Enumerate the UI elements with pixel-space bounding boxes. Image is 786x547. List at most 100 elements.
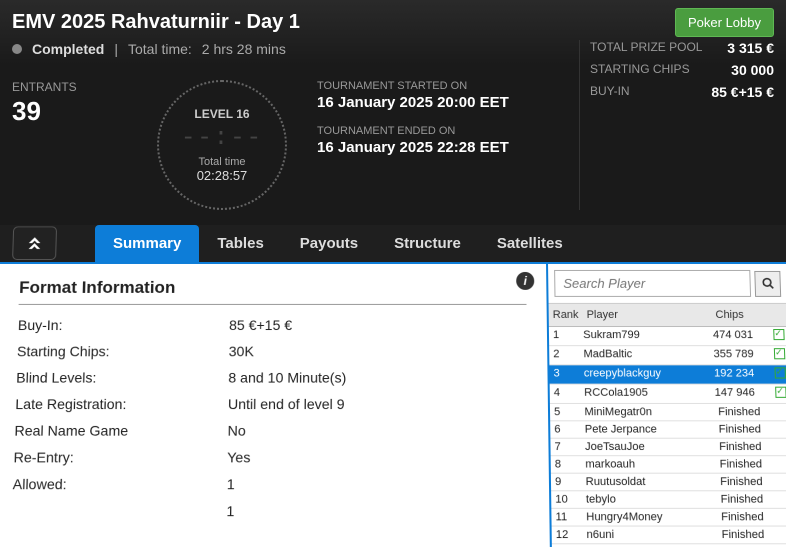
format-row: Late Registration:Until end of level 9 xyxy=(15,396,528,412)
player-check xyxy=(775,421,786,437)
player-check xyxy=(775,404,786,420)
tab-summary[interactable]: Summary xyxy=(95,225,199,262)
player-name: n6uni xyxy=(582,527,718,544)
total-time-clock-value: 02:28:57 xyxy=(197,168,248,183)
player-name: RCCola1905 xyxy=(580,385,711,403)
total-time-label: Total time: xyxy=(128,41,192,57)
check-icon xyxy=(774,367,785,378)
starting-chips-value: 30 000 xyxy=(731,62,774,78)
player-row[interactable]: 12n6uniFinished xyxy=(552,527,786,545)
tab-structure[interactable]: Structure xyxy=(376,225,479,262)
player-name: JoeTsauJoe xyxy=(581,439,715,455)
end-value: 16 January 2025 22:28 EET xyxy=(317,139,579,156)
total-time-value: 2 hrs 28 mins xyxy=(202,41,286,57)
player-row[interactable]: 11Hungry4MoneyFinished xyxy=(551,509,786,527)
player-name: Pete Jerpance xyxy=(581,421,715,437)
prize-pool-label: TOTAL PRIZE POOL xyxy=(590,40,702,56)
player-check xyxy=(776,456,786,472)
start-label: TOURNAMENT STARTED ON xyxy=(317,80,579,92)
player-rank: 1 xyxy=(549,327,579,345)
player-rank: 8 xyxy=(551,456,582,472)
player-chips: Finished xyxy=(716,491,778,508)
starting-chips-label: STARTING CHIPS xyxy=(590,62,690,78)
status-dot-icon xyxy=(12,44,22,54)
format-label: Starting Chips: xyxy=(17,343,229,359)
player-rank: 5 xyxy=(550,404,581,420)
player-check xyxy=(778,491,786,508)
search-input[interactable] xyxy=(554,270,751,297)
player-row[interactable]: 8markoauhFinished xyxy=(551,456,786,474)
player-row[interactable]: 10tebyloFinished xyxy=(551,491,786,509)
player-chips: 147 946 xyxy=(710,385,771,403)
check-icon xyxy=(774,348,785,359)
search-button[interactable] xyxy=(754,270,781,296)
tournament-title: EMV 2025 Rahvaturniir - Day 1 xyxy=(12,11,300,34)
format-row: Buy-In:85 €+15 € xyxy=(18,317,527,333)
expand-button[interactable] xyxy=(12,226,57,260)
player-chips: 474 031 xyxy=(709,327,770,345)
prize-pool-value: 3 315 € xyxy=(727,40,774,56)
format-row: Starting Chips:30K xyxy=(17,343,527,359)
player-chips: 192 234 xyxy=(710,365,771,383)
player-check xyxy=(770,346,786,364)
tab-satellites[interactable]: Satellites xyxy=(479,225,581,262)
player-chips: Finished xyxy=(717,527,779,544)
player-row[interactable]: 5MiniMegatr0nFinished xyxy=(550,404,786,421)
col-player[interactable]: Player xyxy=(582,307,711,323)
player-check xyxy=(778,509,786,526)
player-rank: 10 xyxy=(551,491,582,508)
total-time-divider: | xyxy=(114,41,118,57)
format-value: Until end of level 9 xyxy=(228,396,345,412)
format-title: Format Information xyxy=(19,278,527,305)
col-rank[interactable]: Rank xyxy=(549,307,583,323)
player-row[interactable]: 1Sukram799474 031 xyxy=(549,327,786,346)
player-chips: Finished xyxy=(715,439,776,455)
format-row: Re-Entry:Yes xyxy=(13,449,528,465)
format-label: Re-Entry: xyxy=(13,449,227,465)
player-name: MiniMegatr0n xyxy=(580,404,714,420)
player-rank: 11 xyxy=(551,509,582,526)
player-check xyxy=(777,474,786,491)
format-label xyxy=(12,503,227,520)
clock-digits: --:-- xyxy=(181,125,263,152)
player-name: Sukram799 xyxy=(579,327,709,345)
player-row[interactable]: 6Pete JerpanceFinished xyxy=(550,421,786,438)
status-text: Completed xyxy=(32,41,104,57)
player-check xyxy=(769,327,786,345)
total-time-clock-label: Total time xyxy=(198,156,245,168)
start-value: 16 January 2025 20:00 EET xyxy=(317,94,579,111)
player-rank: 6 xyxy=(550,421,581,437)
format-value: 1 xyxy=(227,476,235,493)
format-value: 85 €+15 € xyxy=(229,317,292,333)
col-chips[interactable]: Chips xyxy=(711,307,772,323)
player-row[interactable]: 3creepyblackguy192 234 xyxy=(549,365,786,384)
tab-payouts[interactable]: Payouts xyxy=(282,225,376,262)
info-icon[interactable]: i xyxy=(516,272,534,290)
info-area: ENTRANTS 39 LEVEL 16 --:-- Total time 02… xyxy=(0,65,786,225)
player-chips: Finished xyxy=(714,404,775,420)
format-value: No xyxy=(227,422,245,438)
poker-lobby-button[interactable]: Poker Lobby xyxy=(675,8,774,37)
player-chips: Finished xyxy=(717,509,779,526)
tab-tables[interactable]: Tables xyxy=(199,225,281,262)
format-label: Real Name Game xyxy=(14,422,227,438)
format-row: Blind Levels:8 and 10 Minute(s) xyxy=(16,369,527,385)
player-name: markoauh xyxy=(581,456,716,472)
clock: LEVEL 16 --:-- Total time 02:28:57 xyxy=(142,80,302,210)
check-icon xyxy=(775,387,786,398)
format-label: Allowed: xyxy=(12,476,226,493)
player-chips: Finished xyxy=(716,474,778,491)
search-icon xyxy=(761,277,774,290)
content: i Format Information Buy-In:85 €+15 € Sta… xyxy=(0,262,786,547)
player-row[interactable]: 2MadBaltic355 789 xyxy=(549,346,786,365)
player-row[interactable]: 9RuutusoldatFinished xyxy=(551,474,786,492)
player-row[interactable]: 4RCCola1905147 946 xyxy=(550,385,786,404)
player-check xyxy=(779,527,786,544)
player-name: Ruutusoldat xyxy=(581,474,716,491)
player-row[interactable]: 7JoeTsauJoeFinished xyxy=(550,439,786,456)
main-panel: i Format Information Buy-In:85 €+15 € Sta… xyxy=(0,264,552,547)
format-label: Late Registration: xyxy=(15,396,228,412)
format-value: 8 and 10 Minute(s) xyxy=(228,369,346,385)
format-row: Real Name GameNo xyxy=(14,422,528,438)
entrants-value: 39 xyxy=(12,96,142,127)
